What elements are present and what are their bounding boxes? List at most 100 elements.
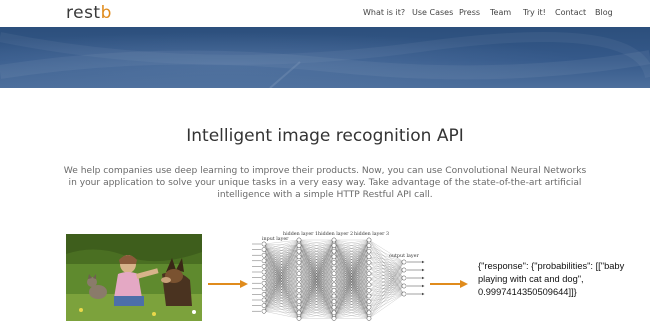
network-node: [296, 299, 302, 304]
network-node: [331, 293, 337, 299]
output-arrow-head: [422, 260, 425, 264]
restb-logo[interactable]: restb: [66, 3, 112, 23]
network-node: [331, 260, 337, 265]
network-connection: [368, 261, 405, 308]
nav-contact[interactable]: Contact: [555, 8, 586, 17]
network-node: [261, 286, 267, 292]
example-photo-illustration: [66, 234, 202, 321]
nav-use-cases[interactable]: Use Cases: [412, 8, 453, 17]
network-node: [261, 297, 267, 303]
network-node: [366, 237, 372, 243]
arrow-right-icon: [208, 280, 248, 288]
network-node: [366, 310, 372, 316]
network-node: [331, 304, 337, 310]
output-arrow-head: [422, 284, 425, 288]
network-node: [331, 299, 337, 304]
page-title: Intelligent image recognition API: [186, 126, 464, 146]
network-node: [401, 267, 407, 273]
network-connection: [368, 285, 405, 308]
nav-team[interactable]: Team: [490, 8, 511, 17]
network-node: [331, 310, 337, 316]
network-node: [261, 269, 267, 275]
arrow-to-network: [208, 276, 248, 288]
network-connection: [368, 285, 405, 302]
network-node: [401, 259, 407, 265]
network-node: [296, 254, 302, 260]
nav-press[interactable]: Press: [459, 8, 480, 17]
layer-label-hidden-1: hidden layer 1: [283, 231, 318, 237]
network-node: [366, 282, 372, 288]
network-node: [261, 308, 267, 314]
network-node: [296, 265, 302, 271]
arrow-to-response: [430, 276, 468, 288]
network-node: [366, 243, 372, 248]
network-node: [296, 282, 302, 288]
network-node: [261, 264, 267, 269]
output-arrow-head: [422, 292, 425, 296]
network-connection: [368, 261, 405, 302]
network-node: [296, 288, 302, 293]
network-node: [366, 248, 372, 254]
logo-accent-letter: b: [100, 3, 112, 23]
network-connection: [368, 269, 405, 297]
network-node: [261, 280, 267, 286]
output-arrow-head: [422, 276, 425, 280]
network-node: [261, 252, 267, 258]
network-node: [401, 291, 407, 297]
network-node: [366, 260, 372, 265]
network-node: [331, 282, 337, 288]
layer-label-output: output layer: [389, 253, 419, 259]
network-node: [296, 310, 302, 316]
network-node: [296, 304, 302, 310]
neural-network-graphic: input layer hidden layer 1 hidden layer …: [252, 231, 425, 321]
intro-paragraph: We help companies use deep learning to i…: [63, 166, 587, 200]
network-node: [296, 293, 302, 299]
network-node: [296, 237, 302, 243]
network-node: [261, 241, 267, 247]
network-connection: [368, 277, 405, 313]
arrow-right-icon: [430, 280, 468, 288]
network-node: [261, 292, 267, 297]
network-node: [296, 260, 302, 265]
hero-banner: [0, 27, 650, 88]
nav-try-it[interactable]: Try it!: [523, 8, 546, 17]
network-connection: [368, 261, 405, 319]
network-node: [331, 288, 337, 293]
network-connections: [252, 239, 425, 319]
network-node: [261, 303, 267, 308]
network-connection: [368, 285, 405, 313]
network-connection: [368, 245, 405, 287]
network-connection: [368, 277, 405, 319]
nav-blog[interactable]: Blog: [595, 8, 613, 17]
output-arrow-head: [422, 268, 425, 272]
api-response-text: {"response": {"probabilities": [["baby p…: [478, 261, 625, 297]
network-node: [331, 276, 337, 282]
network-node: [366, 265, 372, 271]
network-node: [366, 254, 372, 260]
network-node: [331, 254, 337, 260]
network-node: [296, 243, 302, 248]
network-connection: [368, 293, 405, 319]
layer-label-hidden-2: hidden layer 2: [318, 231, 353, 237]
network-node: [296, 316, 302, 321]
network-node: [296, 248, 302, 254]
network-node: [366, 276, 372, 282]
network-node: [366, 271, 372, 276]
network-node: [261, 247, 267, 252]
nav-what-is-it[interactable]: What is it?: [363, 8, 405, 17]
network-node: [366, 304, 372, 310]
network-node: [331, 237, 337, 243]
layer-label-hidden-3: hidden layer 3: [354, 231, 389, 237]
network-connection: [368, 269, 405, 319]
top-navbar: restb What is it? Use Cases Press Team T…: [0, 0, 650, 27]
network-node: [296, 276, 302, 282]
network-node: [331, 271, 337, 276]
example-photo: [66, 234, 202, 321]
banner-gradient: [0, 27, 650, 88]
network-node: [261, 258, 267, 264]
network-node: [401, 283, 407, 289]
network-node: [366, 293, 372, 299]
network-node: [331, 265, 337, 271]
network-node: [296, 271, 302, 276]
network-connection: [368, 277, 405, 297]
